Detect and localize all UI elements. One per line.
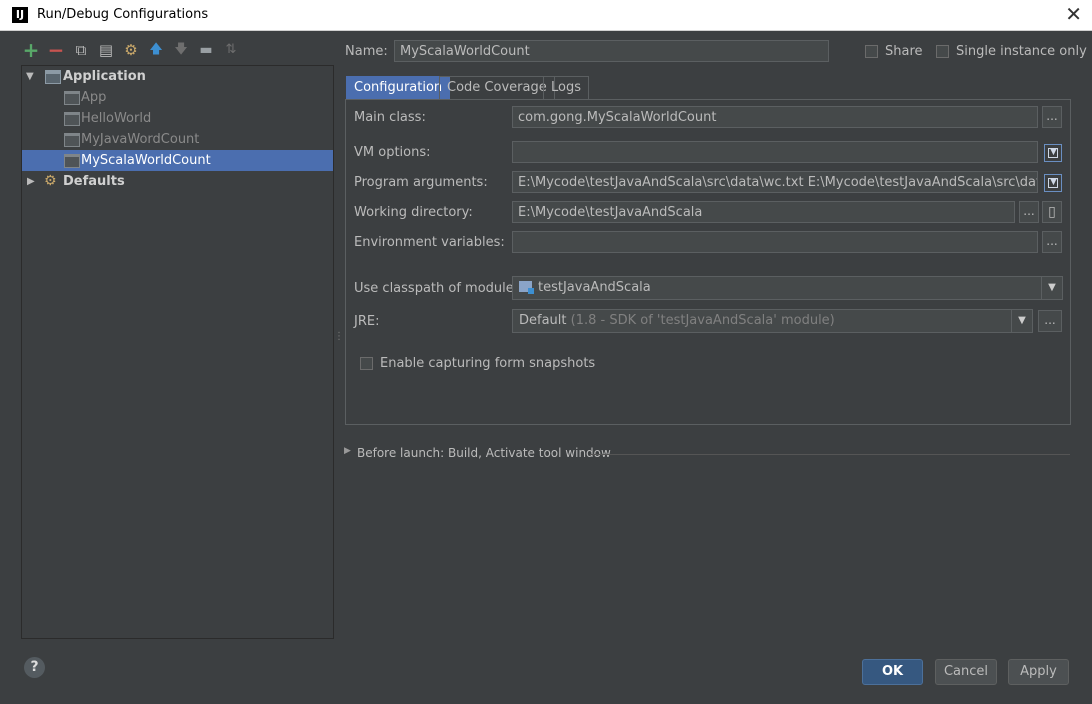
chevron-down-icon[interactable]: ▼ xyxy=(1041,277,1062,299)
save-icon[interactable]: ▤ xyxy=(97,41,115,59)
module-icon xyxy=(519,281,534,294)
browse-main-class-button[interactable]: ... xyxy=(1042,106,1062,128)
environment-variables-input[interactable] xyxy=(512,231,1038,253)
configuration-icon xyxy=(64,133,80,147)
tree-node-label: Application xyxy=(63,69,146,84)
expand-arrow-icon[interactable]: ▼ xyxy=(26,66,34,87)
tree-node-defaults[interactable]: ▶ ⚙ Defaults xyxy=(22,171,333,192)
environment-variables-label: Environment variables: xyxy=(354,235,505,250)
jre-label: JRE: xyxy=(354,314,380,329)
copy-icon[interactable]: ⧉ xyxy=(72,41,90,59)
ok-button[interactable]: OK xyxy=(862,659,923,685)
expand-program-arguments-icon[interactable]: ▼ xyxy=(1044,174,1062,192)
collapse-arrow-icon[interactable]: ▶ xyxy=(27,171,35,192)
tree-item-app[interactable]: App xyxy=(22,87,333,108)
move-up-icon[interactable]: 🡅 xyxy=(147,41,165,59)
enable-snapshots-checkbox[interactable] xyxy=(360,357,373,370)
tree-item-label: HelloWorld xyxy=(81,111,152,126)
tree-item-helloworld[interactable]: HelloWorld xyxy=(22,108,333,129)
browse-working-directory-button[interactable]: ... xyxy=(1019,201,1039,223)
configuration-icon xyxy=(64,91,80,105)
before-launch-label[interactable]: Before launch: Build, Activate tool wind… xyxy=(357,446,611,460)
single-instance-checkbox[interactable] xyxy=(936,45,949,58)
program-arguments-input[interactable]: E:\Mycode\testJavaAndScala\src\data\wc.t… xyxy=(512,171,1038,193)
vm-options-input[interactable] xyxy=(512,141,1038,163)
dialog-body: + − ⧉ ▤ ⚙ 🡅 🡇 ▬ ⇅ ▼ Application App Hell… xyxy=(0,31,1092,704)
jre-select[interactable]: Default (1.8 - SDK of 'testJavaAndScala'… xyxy=(512,309,1033,333)
window-title: Run/Debug Configurations xyxy=(37,7,209,22)
application-icon xyxy=(45,70,61,84)
tree-item-label: MyScalaWorldCount xyxy=(81,153,211,168)
help-icon[interactable]: ? xyxy=(24,657,45,678)
main-class-label: Main class: xyxy=(354,110,426,125)
configuration-icon xyxy=(64,154,80,168)
expand-vm-options-icon[interactable]: ▼ xyxy=(1044,144,1062,162)
jre-detail: (1.8 - SDK of 'testJavaAndScala' module) xyxy=(570,313,835,328)
tab-configuration[interactable]: Configuration xyxy=(346,76,451,99)
share-label: Share xyxy=(885,44,923,59)
close-icon[interactable]: ✕ xyxy=(1065,3,1082,25)
enable-snapshots-label: Enable capturing form snapshots xyxy=(380,356,596,371)
classpath-module-select[interactable]: testJavaAndScala ▼ xyxy=(512,276,1063,300)
tree-node-application[interactable]: ▼ Application xyxy=(22,66,333,87)
wrench-icon[interactable]: ⚙ xyxy=(122,41,140,59)
configuration-icon xyxy=(64,112,80,126)
classpath-module-label: Use classpath of module: xyxy=(354,281,519,296)
remove-icon[interactable]: − xyxy=(47,40,65,60)
cancel-button[interactable]: Cancel xyxy=(935,659,997,685)
splitter-handle[interactable]: ⋮ xyxy=(334,331,344,347)
chevron-down-icon[interactable]: ▼ xyxy=(1011,310,1032,332)
sort-icon[interactable]: ⇅ xyxy=(222,41,240,59)
name-input[interactable]: MyScalaWorldCount xyxy=(394,40,829,62)
tree-item-label: App xyxy=(81,90,107,105)
single-instance-label: Single instance only xyxy=(956,44,1087,59)
tree-item-myjavawordcount[interactable]: MyJavaWordCount xyxy=(22,129,333,150)
browse-jre-button[interactable]: ... xyxy=(1038,310,1062,332)
add-icon[interactable]: + xyxy=(22,40,40,60)
name-label: Name: xyxy=(345,44,388,59)
before-launch-expand-icon[interactable]: ▶ xyxy=(344,446,351,456)
move-down-icon[interactable]: 🡇 xyxy=(172,41,190,59)
tree-item-myscalaworldcount[interactable]: MyScalaWorldCount xyxy=(22,150,333,171)
vm-options-label: VM options: xyxy=(354,145,431,160)
classpath-module-value: testJavaAndScala xyxy=(538,280,651,295)
apply-button[interactable]: Apply xyxy=(1008,659,1069,685)
program-arguments-label: Program arguments: xyxy=(354,175,488,190)
tab-code-coverage[interactable]: Code Coverage xyxy=(439,76,555,99)
edit-environment-variables-button[interactable]: ... xyxy=(1042,231,1062,253)
share-checkbox[interactable] xyxy=(865,45,878,58)
working-directory-input[interactable]: E:\Mycode\testJavaAndScala xyxy=(512,201,1015,223)
tab-logs[interactable]: Logs xyxy=(543,76,589,99)
macro-icon[interactable]: ▯ xyxy=(1042,201,1062,223)
intellij-app-icon: IJ xyxy=(12,7,28,23)
title-bar: IJ Run/Debug Configurations ✕ xyxy=(0,0,1092,31)
tree-node-label: Defaults xyxy=(63,174,125,189)
main-class-input[interactable]: com.gong.MyScalaWorldCount xyxy=(512,106,1038,128)
tree-item-label: MyJavaWordCount xyxy=(81,132,200,147)
wrench-icon: ⚙ xyxy=(44,173,57,189)
before-launch-divider xyxy=(590,454,1070,455)
folder-icon[interactable]: ▬ xyxy=(197,41,215,59)
configurations-tree[interactable]: ▼ Application App HelloWorld MyJavaWordC… xyxy=(21,65,334,639)
jre-value: Default xyxy=(519,313,567,328)
working-directory-label: Working directory: xyxy=(354,205,473,220)
